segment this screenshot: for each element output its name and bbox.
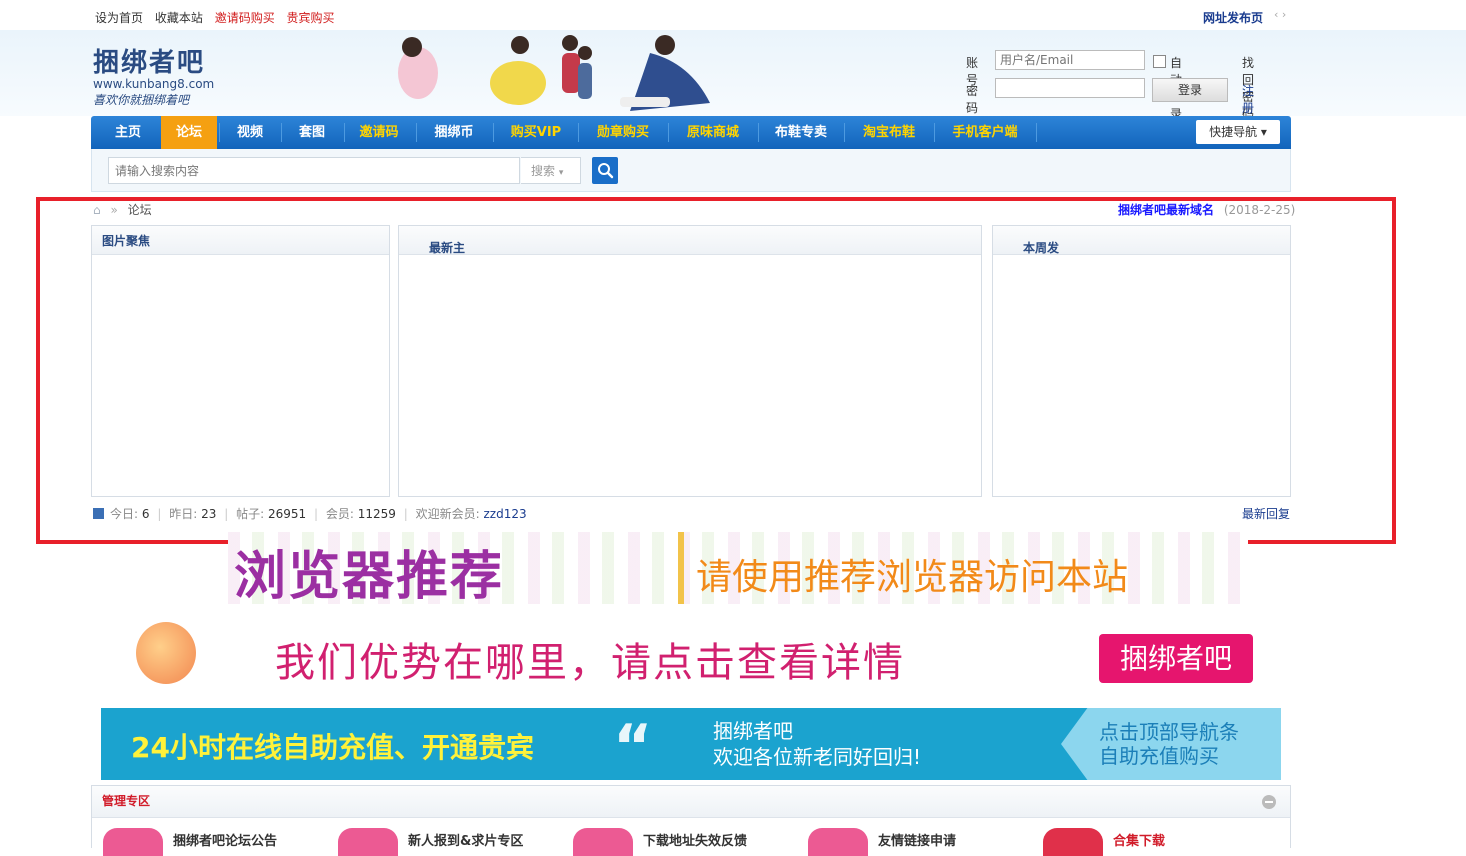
nav-buy-medal[interactable]: 勋章购买 — [581, 116, 665, 149]
logo-title: 捆绑者吧 — [93, 48, 206, 78]
main-nav: 主页 论坛 视频 套图 邀请码 捆绑币 购买VIP 勋章购买 原味商城 布鞋专卖… — [91, 116, 1291, 149]
nav-shop[interactable]: 原味商城 — [671, 116, 755, 149]
nav-shoes[interactable]: 布鞋专卖 — [761, 116, 841, 149]
login-button[interactable]: 登录 — [1152, 78, 1228, 102]
advantage-text: 我们优势在哪里，请点击查看详情 — [275, 640, 905, 686]
banner-browser-text: 请使用推荐浏览器访问本站 — [696, 557, 1129, 598]
top-bar: 设为首页 收藏本站 邀请码购买 贵宾购买 网址发布页 ‹ › — [0, 0, 1466, 30]
password-input[interactable] — [995, 78, 1145, 98]
recharge-banner[interactable]: 24小时在线自助充值、开通贵宾 “ 捆绑者吧 欢迎各位新老同好回归! 点击顶部导… — [101, 708, 1281, 780]
banner-browser-title: 浏览器推荐 — [234, 547, 505, 604]
nav-separator — [1036, 123, 1037, 142]
nav-separator — [578, 123, 579, 142]
nav-buy-vip[interactable]: 购买VIP — [496, 116, 576, 149]
highlight-box — [36, 197, 1396, 544]
topbar-arrows[interactable]: ‹ › — [1274, 8, 1286, 21]
strawberry-mascot-icon — [136, 622, 196, 684]
nav-separator — [668, 123, 669, 142]
nav-separator — [493, 123, 494, 142]
collapse-icon[interactable] — [1262, 795, 1276, 809]
search-input[interactable]: 请输入搜索内容 — [108, 157, 520, 184]
logo-url: www.kunbang8.com — [93, 77, 215, 91]
forum-name[interactable]: 新人报到&求片专区 — [408, 830, 523, 849]
welcome-line-2: 欢迎各位新老同好回归! — [713, 745, 922, 769]
forum-name[interactable]: 捆绑者吧论坛公告 — [173, 830, 277, 849]
bookmark-link[interactable]: 收藏本站 — [155, 11, 203, 25]
auto-login-checkbox[interactable] — [1153, 55, 1166, 68]
nav-video[interactable]: 视频 — [222, 116, 278, 149]
quick-nav-button[interactable]: 快捷导航 ▾ — [1196, 120, 1280, 144]
search-type-select[interactable]: 搜索 ▾ — [521, 157, 581, 184]
recharge-hint: 点击顶部导航条 自助充值购买 — [1099, 720, 1239, 768]
header-banner-image — [398, 35, 710, 111]
recharge-hint-line-1: 点击顶部导航条 — [1099, 720, 1239, 744]
url-release-link[interactable]: 网址发布页 — [1203, 9, 1263, 26]
buy-invite-code-link[interactable]: 邀请码购买 — [215, 11, 275, 25]
set-homepage-link[interactable]: 设为首页 — [95, 11, 143, 25]
recharge-text: 24小时在线自助充值、开通贵宾 — [131, 731, 534, 764]
nav-coins[interactable]: 捆绑币 — [419, 116, 489, 149]
advantage-badge: 捆绑者吧 — [1099, 634, 1253, 683]
nav-separator — [416, 123, 417, 142]
buy-vip-link[interactable]: 贵宾购买 — [287, 11, 335, 25]
forum-icon — [103, 828, 163, 856]
quote-icon: “ — [613, 712, 653, 780]
search-bar: 请输入搜索内容 搜索 ▾ — [91, 149, 1291, 192]
nav-separator — [281, 123, 282, 142]
account-input[interactable] — [995, 50, 1145, 70]
search-icon — [598, 163, 614, 179]
nav-separator — [934, 123, 935, 142]
forum-name[interactable]: 下载地址失效反馈 — [643, 830, 747, 849]
manage-title[interactable]: 管理专区 — [92, 786, 1290, 818]
nav-forum[interactable]: 论坛 — [161, 116, 217, 149]
forum-name[interactable]: 合集下载 — [1113, 830, 1165, 849]
site-logo[interactable]: 捆绑者吧 www.kunbang8.com 喜欢你就捆绑着吧 — [93, 42, 214, 108]
recharge-hint-line-2: 自助充值购买 — [1099, 744, 1219, 768]
search-button[interactable] — [592, 157, 618, 184]
forum-icon — [573, 828, 633, 856]
nav-mobile-client[interactable]: 手机客户端 — [937, 116, 1033, 149]
chevron-down-icon: ▾ — [1260, 125, 1267, 139]
forum-icon — [808, 828, 868, 856]
browser-recommend-banner[interactable]: 浏览器推荐 请使用推荐浏览器访问本站 — [228, 532, 1248, 604]
forum-icon — [1043, 828, 1103, 856]
forum-icon — [338, 828, 398, 856]
welcome-line-1: 捆绑者吧 — [713, 719, 793, 743]
nav-separator — [844, 123, 845, 142]
advantage-banner[interactable]: 我们优势在哪里，请点击查看详情 捆绑者吧 — [101, 614, 1281, 692]
banner-divider — [678, 532, 684, 604]
nav-separator — [344, 123, 345, 142]
nav-home[interactable]: 主页 — [99, 116, 157, 149]
chevron-down-icon: ▾ — [558, 168, 564, 178]
password-label: 密码 — [966, 84, 979, 115]
nav-photo-sets[interactable]: 套图 — [284, 116, 340, 149]
forum-name[interactable]: 友情链接申请 — [878, 830, 956, 849]
nav-separator — [758, 123, 759, 142]
search-type-label: 搜索 — [531, 164, 556, 178]
nav-separator — [219, 123, 220, 142]
top-links: 设为首页 收藏本站 邀请码购买 贵宾购买 — [95, 9, 343, 26]
manage-section: 管理专区 捆绑者吧论坛公告 新人报到&求片专区 下载地址失效反馈 友情链接申请 … — [91, 785, 1291, 856]
site-header: 捆绑者吧 www.kunbang8.com 喜欢你就捆绑着吧 账号 自动登录 找… — [0, 30, 1466, 121]
nav-invite-code[interactable]: 邀请码 — [347, 116, 411, 149]
register-link[interactable]: 注册 — [1242, 82, 1254, 116]
welcome-text: 捆绑者吧 欢迎各位新老同好回归! — [713, 718, 921, 770]
logo-slogan: 喜欢你就捆绑着吧 — [93, 93, 190, 107]
quick-nav-label: 快捷导航 — [1209, 125, 1258, 139]
nav-taobao-shoes[interactable]: 淘宝布鞋 — [847, 116, 931, 149]
